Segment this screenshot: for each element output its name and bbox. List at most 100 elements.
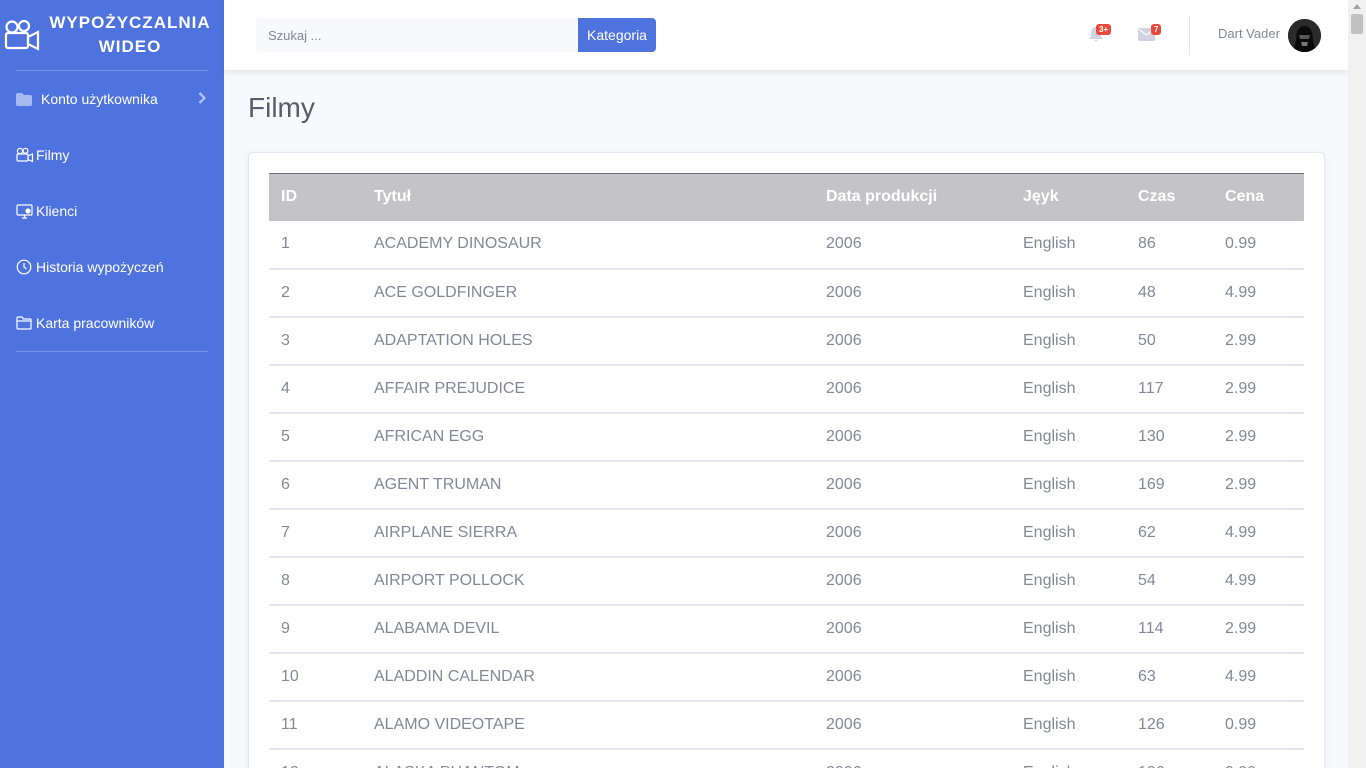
cell-price: 4.99 <box>1213 556 1304 606</box>
cell-length: 86 <box>1126 220 1213 270</box>
folder-icon <box>16 92 36 106</box>
cell-length: 54 <box>1126 556 1213 606</box>
cell-length: 50 <box>1126 316 1213 366</box>
sidebar-item-konto[interactable]: Konto użytkownika <box>0 71 224 127</box>
sidebar-item-label: Konto użytkownika <box>41 91 158 107</box>
cell-language: English <box>1011 508 1126 558</box>
cell-id: 3 <box>269 316 362 366</box>
table-row[interactable]: 6 AGENT TRUMAN 2006 English 169 2.99 <box>269 460 1304 510</box>
sidebar-item-label: Historia wypożyczeń <box>36 259 164 275</box>
cell-title: ALASKA PHANTOM <box>362 748 814 768</box>
column-header-price[interactable]: Cena <box>1213 174 1304 221</box>
cell-price: 2.99 <box>1213 364 1304 414</box>
cell-title: AFFAIR PREJUDICE <box>362 364 814 414</box>
cell-production-date: 2006 <box>814 220 1011 270</box>
cell-title: ALAMO VIDEOTAPE <box>362 700 814 750</box>
table-row[interactable]: 11 ALAMO VIDEOTAPE 2006 English 126 0.99 <box>269 700 1304 750</box>
cell-length: 114 <box>1126 604 1213 654</box>
sidebar-item-historia[interactable]: Historia wypożyczeń <box>0 239 224 295</box>
cell-length: 48 <box>1126 268 1213 318</box>
column-header-id[interactable]: ID <box>269 174 362 221</box>
search-input[interactable] <box>256 18 578 52</box>
cell-price: 2.99 <box>1213 604 1304 654</box>
cell-price: 2.99 <box>1213 412 1304 462</box>
cell-production-date: 2006 <box>814 316 1011 366</box>
cell-id: 7 <box>269 508 362 558</box>
topbar: Kategoria 3+ 7 Dart Vader <box>224 0 1348 70</box>
alerts-button[interactable]: 3+ <box>1088 24 1112 44</box>
table-row[interactable]: 8 AIRPORT POLLOCK 2006 English 54 4.99 <box>269 556 1304 606</box>
cell-price: 0.99 <box>1213 748 1304 768</box>
cell-price: 2.99 <box>1213 316 1304 366</box>
cell-length: 169 <box>1126 460 1213 510</box>
avatar[interactable] <box>1288 19 1321 52</box>
cell-id: 8 <box>269 556 362 606</box>
sidebar-item-filmy[interactable]: Filmy <box>0 127 224 183</box>
cell-price: 0.99 <box>1213 700 1304 750</box>
username[interactable]: Dart Vader <box>1218 26 1280 41</box>
scroll-thumb[interactable] <box>1351 14 1363 34</box>
cell-length: 136 <box>1126 748 1213 768</box>
table-row[interactable]: 12ALASKA PHANTOM2006English1360.99 <box>269 748 1304 768</box>
column-header-length[interactable]: Czas <box>1126 174 1213 221</box>
cell-length: 62 <box>1126 508 1213 558</box>
cell-title: AGENT TRUMAN <box>362 460 814 510</box>
table-row[interactable]: 10 ALADDIN CALENDAR 2006 English 63 4.99 <box>269 652 1304 702</box>
sidebar-divider <box>16 351 208 352</box>
video-camera-icon <box>2 15 42 55</box>
cell-title: ADAPTATION HOLES <box>362 316 814 366</box>
cell-production-date: 2006 <box>814 652 1011 702</box>
cell-title: ACADEMY DINOSAUR <box>362 220 814 270</box>
table-row[interactable]: 1 ACADEMY DINOSAUR 2006 English 86 0.99 <box>269 220 1304 270</box>
films-card: ID Tytuł Data produkcji Jęyk Czas Cena 1… <box>248 152 1325 768</box>
sidebar-item-karta[interactable]: Karta pracowników <box>0 295 224 351</box>
cell-production-date: 2006 <box>814 364 1011 414</box>
page-title: Filmy <box>248 92 315 123</box>
cell-length: 130 <box>1126 412 1213 462</box>
sidebar-item-klienci[interactable]: Klienci <box>0 183 224 239</box>
video-camera-icon <box>16 147 36 163</box>
cell-title: ALABAMA DEVIL <box>362 604 814 654</box>
cell-language: English <box>1011 700 1126 750</box>
cell-length: 126 <box>1126 700 1213 750</box>
table-row[interactable]: 7 AIRPLANE SIERRA 2006 English 62 4.99 <box>269 508 1304 558</box>
cell-id: 9 <box>269 604 362 654</box>
cell-id: 4 <box>269 364 362 414</box>
cell-id: 2 <box>269 268 362 318</box>
table-row[interactable]: 2 ACE GOLDFINGER 2006 English 48 4.99 <box>269 268 1304 318</box>
cell-language: English <box>1011 412 1126 462</box>
cell-title: ACE GOLDFINGER <box>362 268 814 318</box>
sidebar: WYPOŻYCZALNIA WIDEO Konto użytkownika Fi… <box>0 0 224 768</box>
scroll-up-arrow-icon[interactable] <box>1353 4 1361 9</box>
cell-id: 11 <box>269 700 362 750</box>
column-header-language[interactable]: Jęyk <box>1011 174 1126 221</box>
column-header-production-date[interactable]: Data produkcji <box>814 174 1011 221</box>
table-row[interactable]: 9 ALABAMA DEVIL 2006 English 114 2.99 <box>269 604 1304 654</box>
cell-language: English <box>1011 748 1126 768</box>
cell-production-date: 2006 <box>814 700 1011 750</box>
column-header-title[interactable]: Tytuł <box>362 174 814 221</box>
table-row[interactable]: 3 ADAPTATION HOLES 2006 English 50 2.99 <box>269 316 1304 366</box>
chevron-right-icon <box>198 91 207 107</box>
cell-language: English <box>1011 460 1126 510</box>
cell-production-date: 2006 <box>814 268 1011 318</box>
cell-price: 2.99 <box>1213 460 1304 510</box>
topbar-divider <box>1189 15 1190 55</box>
sidebar-brand[interactable]: WYPOŻYCZALNIA WIDEO <box>0 0 224 70</box>
cell-production-date: 2006 <box>814 604 1011 654</box>
clock-icon <box>16 259 36 275</box>
category-button[interactable]: Kategoria <box>578 18 656 52</box>
cell-language: English <box>1011 556 1126 606</box>
cell-language: English <box>1011 316 1126 366</box>
cell-price: 4.99 <box>1213 508 1304 558</box>
messages-button[interactable]: 7 <box>1138 24 1162 44</box>
cell-id: 10 <box>269 652 362 702</box>
cell-length: 117 <box>1126 364 1213 414</box>
table-row[interactable]: 5 AFRICAN EGG 2006 English 130 2.99 <box>269 412 1304 462</box>
cell-price: 0.99 <box>1213 220 1304 270</box>
page-scrollbar[interactable] <box>1348 0 1366 768</box>
cell-length: 63 <box>1126 652 1213 702</box>
table-row[interactable]: 4 AFFAIR PREJUDICE 2006 English 117 2.99 <box>269 364 1304 414</box>
cell-language: English <box>1011 652 1126 702</box>
cell-price: 4.99 <box>1213 268 1304 318</box>
